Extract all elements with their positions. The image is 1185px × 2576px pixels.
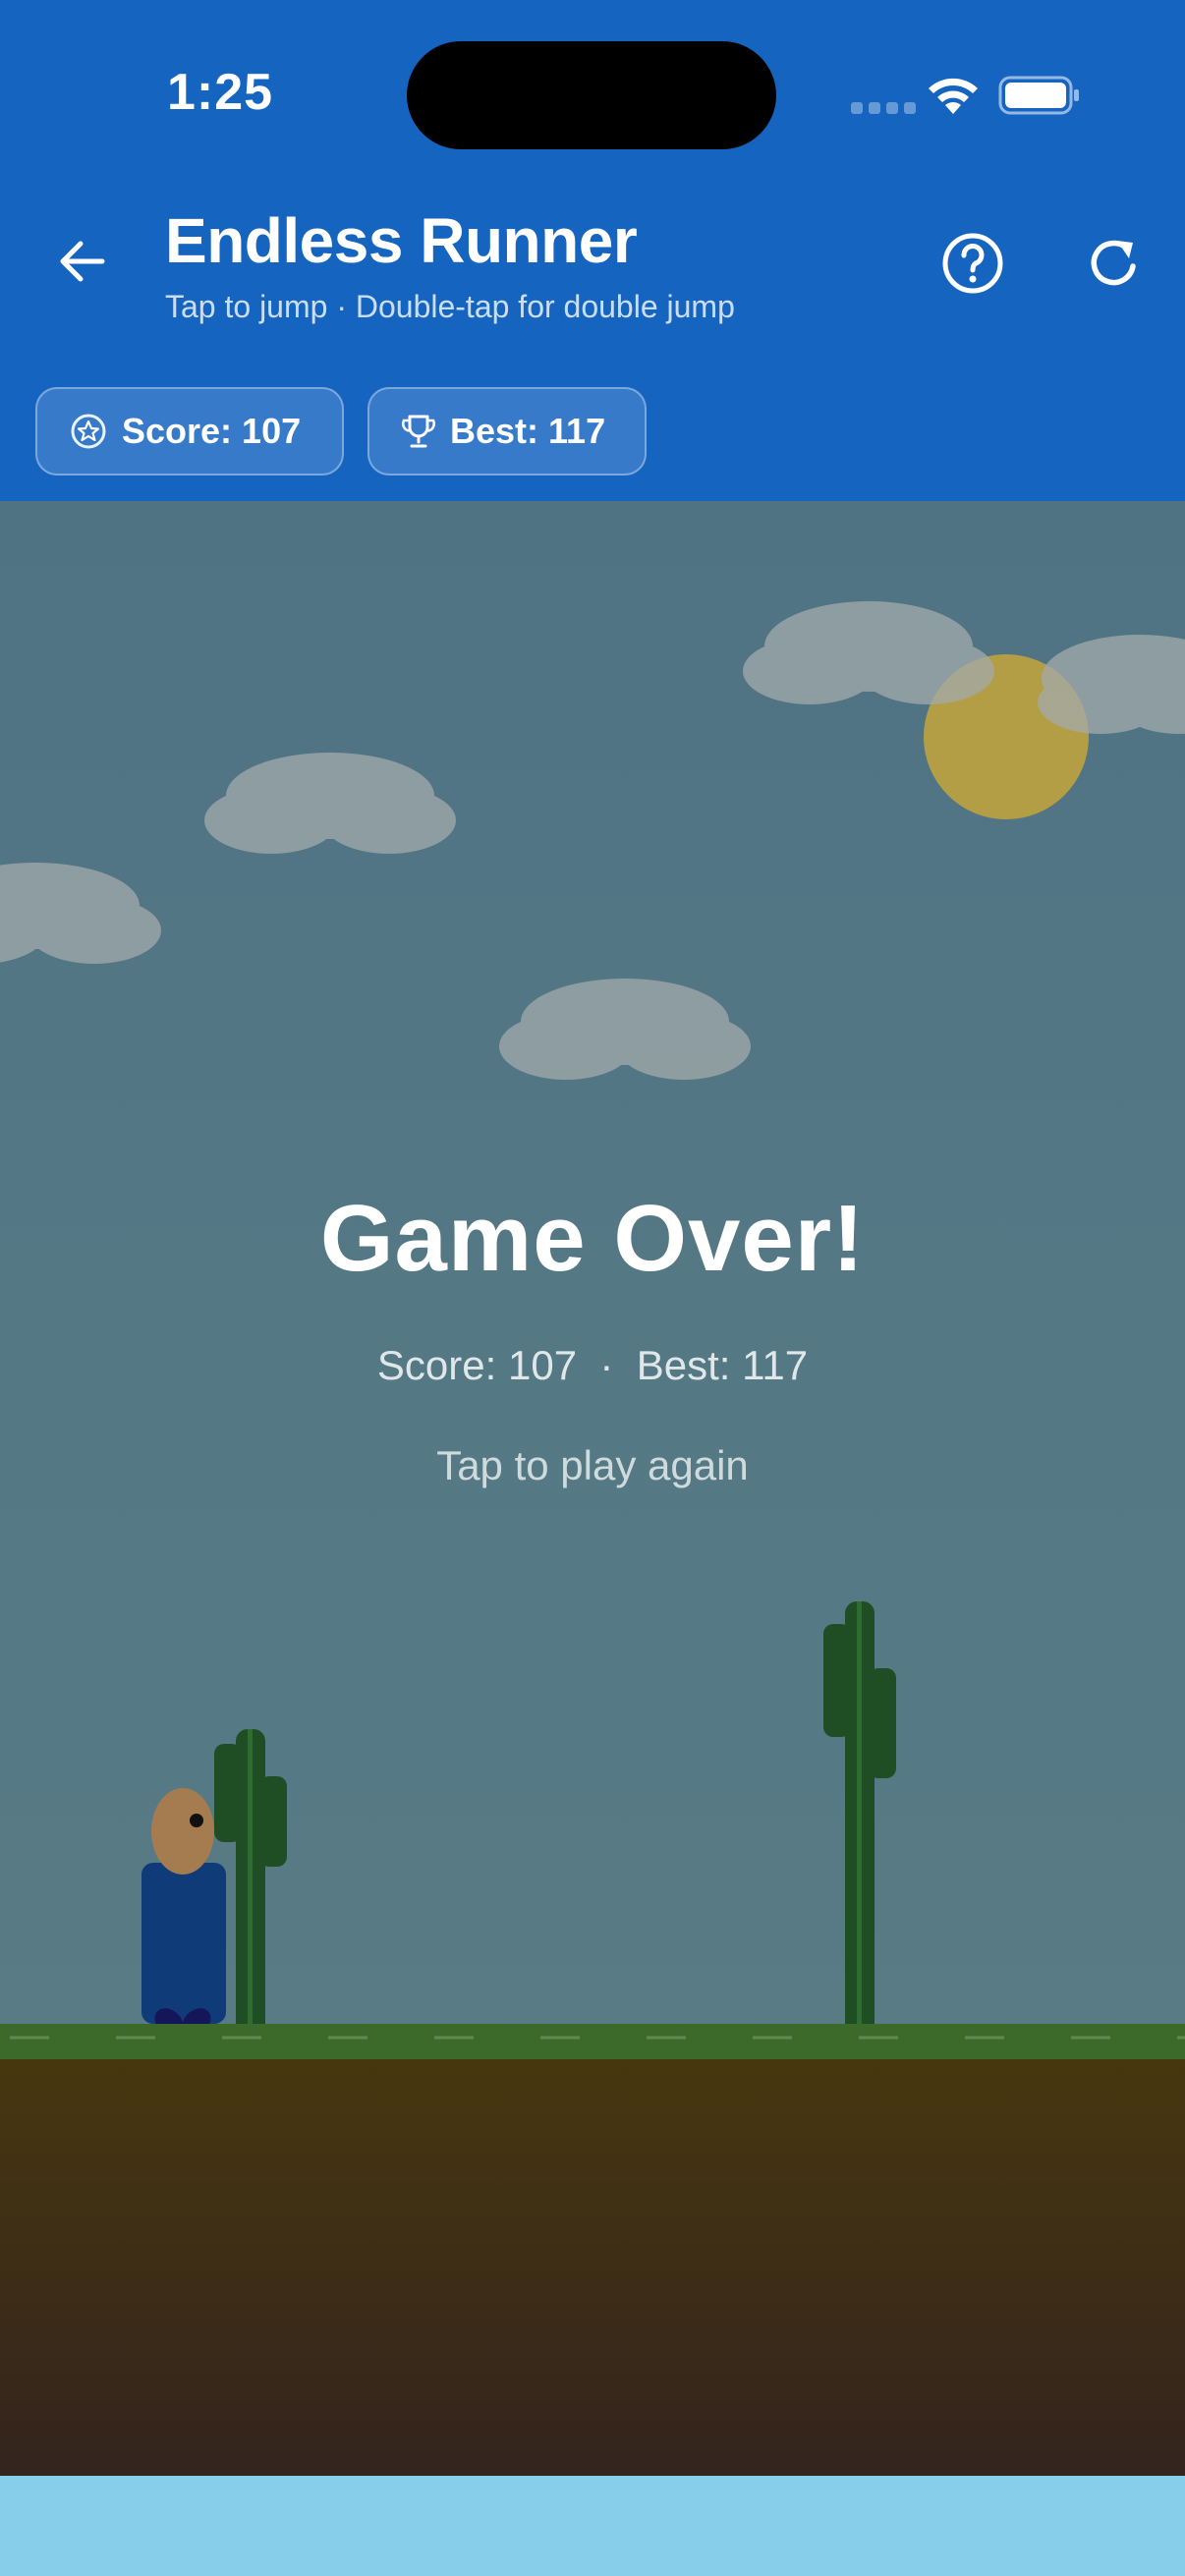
best-chip-label: Best: 117 [450,411,606,451]
score-chip: Score: 107 [35,387,344,476]
cloud [0,863,161,964]
cloud [204,753,456,854]
play-again-prompt[interactable]: Tap to play again [0,1442,1185,1489]
wifi-icon [929,78,978,114]
battery-icon [998,76,1079,115]
cellular-signal-icon [851,102,916,114]
arrow-left-icon [60,241,105,282]
game-over-score: Score: 107 · Best: 117 [376,1342,809,1388]
trophy-icon [402,415,435,448]
grass-strip [0,2024,1185,2059]
status-time: 1:25 [167,64,274,121]
game-over-title: Game Over! [319,1186,866,1291]
best-chip: Best: 117 [367,387,647,476]
back-button[interactable] [43,222,122,301]
dirt-ground [0,2059,1185,2476]
app-header: 1:25 Endless Runner Tap to jump · Double… [0,0,1185,501]
dynamic-island [407,41,776,149]
help-circle-icon [942,233,1003,294]
cloud [743,601,994,704]
refresh-button[interactable] [1077,226,1152,301]
screen: 1:25 Endless Runner Tap to jump · Double… [0,0,1185,2576]
cloud [1038,635,1185,734]
help-button[interactable] [935,226,1010,301]
bottom-safe-area [0,2476,1185,2576]
page-title: Endless Runner [165,205,638,276]
player-character [141,1788,226,2052]
score-chip-label: Score: 107 [122,411,302,451]
star-badge-icon [71,414,106,449]
refresh-icon [1091,240,1136,286]
cactus [823,1601,896,2053]
cloud [499,979,751,1080]
page-subtitle: Tap to jump · Double-tap for double jump [165,289,735,324]
